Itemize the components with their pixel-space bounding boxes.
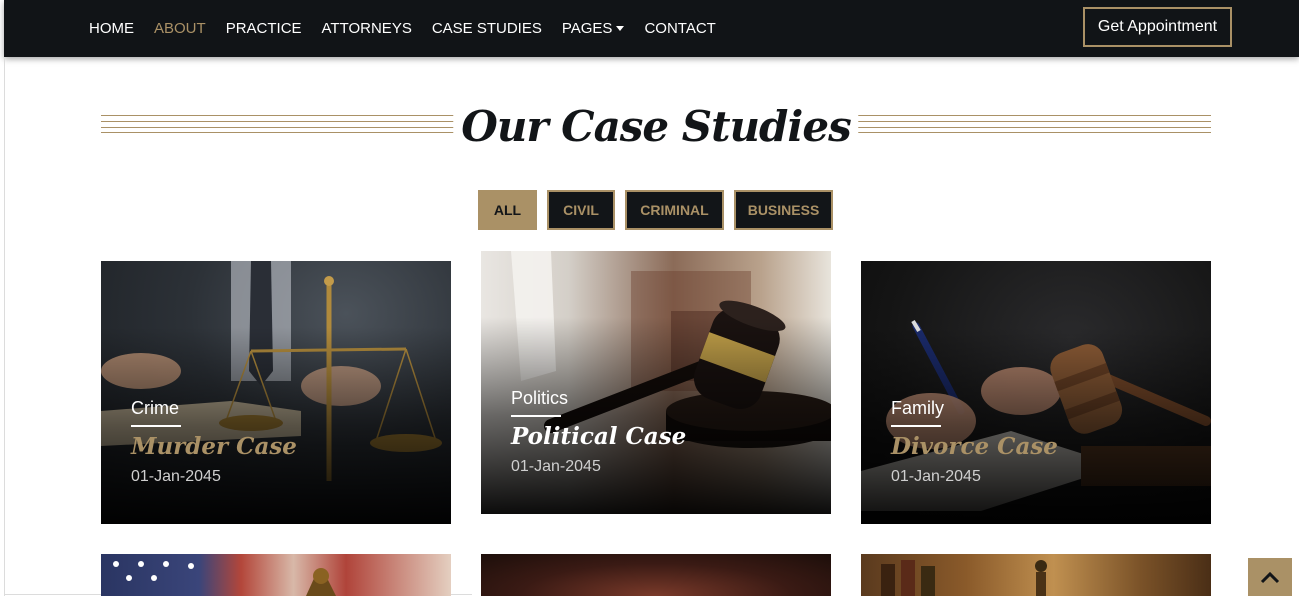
section-header: Our Case Studies — [101, 98, 1211, 156]
case-card-murder[interactable]: Crime Murder Case 01-Jan-2045 — [101, 261, 451, 524]
filter-civil-button[interactable]: CIVIL — [547, 190, 615, 230]
nav-about[interactable]: ABOUT — [154, 20, 206, 37]
case-card-row2-2[interactable] — [481, 554, 831, 596]
flag-stars-icon — [113, 561, 336, 596]
nav-attorneys[interactable]: ATTORNEYS — [322, 20, 412, 37]
card-title[interactable]: Murder Case — [131, 433, 297, 460]
case-card-row2-1[interactable] — [101, 554, 451, 596]
card-caption: Politics Political Case 01-Jan-2045 — [511, 388, 686, 476]
card-category: Politics — [511, 388, 569, 408]
nav-practice[interactable]: PRACTICE — [226, 20, 302, 37]
case-card-row2-3[interactable] — [861, 554, 1211, 596]
filter-business-button[interactable]: BUSINESS — [734, 190, 833, 230]
card-caption: Family Divorce Case 01-Jan-2045 — [891, 398, 1058, 486]
card-underline — [131, 425, 181, 427]
card-category: Crime — [131, 398, 179, 418]
nav-case-studies[interactable]: CASE STUDIES — [432, 20, 542, 37]
card-date: 01-Jan-2045 — [131, 468, 221, 485]
card-title[interactable]: Divorce Case — [891, 433, 1058, 460]
card-title[interactable]: Political Case — [511, 423, 686, 450]
nav-home-label: HOME — [89, 20, 134, 37]
navbar: HOME ABOUT PRACTICE ATTORNEYS CASE STUDI… — [4, 0, 1299, 57]
justice-statue-icon — [881, 560, 1047, 596]
filter-criminal-button[interactable]: CRIMINAL — [625, 190, 724, 230]
nav-practice-label: PRACTICE — [225, 20, 302, 37]
card-underline — [511, 415, 561, 417]
card-underline — [891, 425, 941, 427]
nav-menu: HOME ABOUT PRACTICE ATTORNEYS CASE STUDI… — [89, 0, 736, 57]
nav-pages-label: PAGES — [561, 20, 613, 37]
case-card-divorce[interactable]: Family Divorce Case 01-Jan-2045 — [861, 261, 1211, 524]
back-to-top-button[interactable] — [1248, 558, 1292, 596]
case-filters: ALL CIVIL CRIMINAL BUSINESS — [0, 190, 1299, 230]
get-appointment-button[interactable]: Get Appointment — [1083, 7, 1232, 47]
nav-contact-label: CONTACT — [644, 20, 716, 37]
card-caption: Crime Murder Case 01-Jan-2045 — [131, 398, 297, 486]
page-border-left — [4, 57, 5, 596]
nav-attorneys-label: ATTORNEYS — [321, 20, 412, 37]
card-date: 01-Jan-2045 — [511, 458, 601, 475]
case-image-dark-wood — [481, 554, 831, 596]
section-title: Our Case Studies — [453, 98, 859, 156]
nav-pages-dropdown[interactable]: PAGES — [562, 20, 625, 37]
chevron-up-icon — [1260, 571, 1280, 584]
filter-all-button[interactable]: ALL — [478, 190, 537, 230]
nav-case-studies-label: CASE STUDIES — [431, 20, 542, 37]
card-category: Family — [891, 398, 944, 418]
nav-home[interactable]: HOME — [89, 20, 134, 37]
nav-contact[interactable]: CONTACT — [644, 20, 715, 37]
nav-about-label: ABOUT — [154, 20, 206, 37]
caret-down-icon — [616, 26, 625, 31]
case-card-political[interactable]: Politics Political Case 01-Jan-2045 — [481, 251, 831, 514]
card-date: 01-Jan-2045 — [891, 468, 981, 485]
